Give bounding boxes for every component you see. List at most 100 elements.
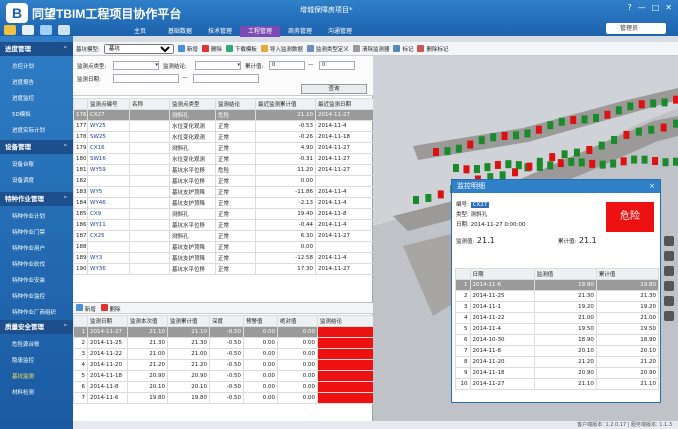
fit-icon[interactable] xyxy=(664,281,674,291)
table-row[interactable]: 189 WY3 基坑支护顶降 正常 -12.58 2014-11-4 xyxy=(73,252,374,264)
save-icon[interactable] xyxy=(22,25,34,35)
record-delete-button[interactable]: 删除 xyxy=(100,303,121,313)
history-row[interactable]: 3 2014-11-1 19.20 19.20 xyxy=(455,301,660,313)
sidebar-item-special-cutting[interactable]: 特种作业砍伐 xyxy=(12,260,45,268)
record-row[interactable]: 5 2014-11-18 20.90 20.90 -0.50 0.00 0.00 xyxy=(73,370,374,382)
table-row[interactable]: 182 基坑水平位移 正常 0.00 xyxy=(73,175,374,187)
record-row[interactable]: 3 2014-11-22 21.00 21.00 -0.50 0.00 0.00 xyxy=(73,348,374,360)
sidebar-group-equipment[interactable]: 设备管理 ⌃ xyxy=(0,140,73,154)
sidebar-item-special-monitor[interactable]: 特种作业监控 xyxy=(12,292,45,300)
monitor-point-marker[interactable] xyxy=(501,132,508,141)
monitor-point-marker[interactable] xyxy=(641,155,648,164)
monitor-point-marker[interactable] xyxy=(568,157,575,166)
monitor-point-marker[interactable] xyxy=(455,144,462,153)
history-row[interactable]: 2 2014-11-25 21.30 21.30 xyxy=(455,290,660,302)
monitor-point-marker[interactable] xyxy=(610,159,617,168)
monitor-point-marker[interactable] xyxy=(611,135,618,144)
query-button[interactable]: 查询 xyxy=(301,84,367,94)
monitor-point-marker[interactable] xyxy=(561,150,568,159)
record-add-button[interactable]: 新增 xyxy=(76,303,96,313)
monitor-point-marker[interactable] xyxy=(437,190,444,199)
table-row[interactable]: 184 WY46 基坑支护顶降 正常 -2.13 2014-11-4 xyxy=(73,197,374,209)
sidebar-item-hazard-ledger[interactable]: 危险源台账 xyxy=(12,340,40,348)
table-row[interactable]: 190 WY36 基坑水平位移 正常 17.30 2014-11-27 xyxy=(73,263,374,275)
record-row[interactable]: 6 2014-11-8 20.10 20.10 -0.50 0.00 0.00 xyxy=(73,381,374,393)
date-from-input[interactable] xyxy=(113,74,179,83)
monitor-point-marker[interactable] xyxy=(627,102,634,111)
monitor-point-marker[interactable] xyxy=(557,159,564,168)
monitor-point-marker[interactable] xyxy=(413,196,419,204)
sidebar-item-progress-monitor[interactable]: 进度监控 xyxy=(12,94,34,102)
monitor-point-marker[interactable] xyxy=(526,162,533,171)
monitor-point-marker[interactable] xyxy=(425,193,432,202)
cumulative-to-input[interactable]: 0 xyxy=(319,61,355,70)
sidebar-item-special-users[interactable]: 特种作业用户 xyxy=(12,244,45,252)
import-data-button[interactable]: 导入监测数据 xyxy=(260,45,303,53)
monitor-point-marker[interactable] xyxy=(673,157,678,166)
sidebar-item-special-gate[interactable]: 特种作业门禁 xyxy=(12,228,45,236)
monitor-point-marker[interactable] xyxy=(589,159,596,168)
monitor-point-marker[interactable] xyxy=(662,158,669,167)
monitor-point-marker[interactable] xyxy=(444,147,451,156)
monitor-point-marker[interactable] xyxy=(513,131,519,140)
pit-model-select[interactable]: 基坑 xyxy=(103,43,174,54)
monitor-point-marker[interactable] xyxy=(467,140,474,149)
record-row[interactable]: 7 2014-11-6 19.80 19.80 -0.50 0.00 0.00 xyxy=(73,392,374,404)
sidebar-item-pit-monitoring[interactable]: 基坑监测 xyxy=(12,372,34,380)
monitor-point-marker[interactable] xyxy=(535,125,542,134)
monitor-point-marker[interactable] xyxy=(635,127,642,136)
record-row[interactable]: 2 2014-11-25 21.30 21.30 -0.50 0.00 0.00 xyxy=(73,337,374,349)
sidebar-item-master-plan[interactable]: 总控计划 xyxy=(12,62,34,70)
add-button[interactable]: 新增 xyxy=(177,45,198,53)
sidebar-item-hidden-danger[interactable]: 隐患监控 xyxy=(12,356,34,364)
sidebar-item-special-install[interactable]: 特种作业安装 xyxy=(12,276,45,284)
monitor-point-marker[interactable] xyxy=(604,110,611,119)
table-row[interactable]: 188 基坑支护顶降 正常 0.00 xyxy=(73,241,374,253)
monitor-point-marker[interactable] xyxy=(652,157,659,166)
maximize-icon[interactable]: □ xyxy=(652,3,660,12)
monitor-point-marker[interactable] xyxy=(463,165,470,174)
close-icon[interactable]: ✕ xyxy=(665,3,672,12)
monitor-point-marker[interactable] xyxy=(615,106,622,115)
monitor-point-marker[interactable] xyxy=(660,123,667,132)
sidebar-item-equipment-dispatch[interactable]: 设备调度 xyxy=(12,176,34,184)
history-row[interactable]: 4 2014-11-22 21.00 21.00 xyxy=(455,312,660,324)
monitor-point-marker[interactable] xyxy=(453,164,459,172)
sidebar-item-actual-plan[interactable]: 进度实际计划 xyxy=(12,126,45,134)
mark-button[interactable]: 标记 xyxy=(393,45,413,53)
sidebar-item-5d-sim[interactable]: 5D模拟 xyxy=(12,110,31,118)
table-row[interactable]: 185 CX9 测斜孔 正常 19.40 2014-11-8 xyxy=(73,208,374,220)
monitor-point-marker[interactable] xyxy=(478,136,485,145)
monitor-point-marker[interactable] xyxy=(673,119,678,128)
help-icon[interactable]: ? xyxy=(627,3,631,12)
delete-mark-button[interactable]: 删除标记 xyxy=(417,45,448,53)
monitor-point-marker[interactable] xyxy=(473,165,480,174)
reset-icon[interactable] xyxy=(664,296,674,306)
history-row[interactable]: 9 2014-11-18 20.90 20.90 xyxy=(455,367,660,379)
table-row[interactable]: 179 CX16 测斜孔 正常 4.90 2014-11-27 xyxy=(73,142,374,154)
user-menu[interactable]: 管理员 xyxy=(606,23,666,34)
record-row[interactable]: 1 2014-11-27 21.10 21.10 -0.50 0.00 0.00 xyxy=(73,326,374,338)
sidebar-group-quality[interactable]: 质量安全管理 ⌃ xyxy=(0,320,73,334)
minimize-icon[interactable]: — xyxy=(638,3,646,12)
monitor-point-marker[interactable] xyxy=(623,130,630,139)
monitor-point-marker[interactable] xyxy=(648,125,655,134)
monitor-point-marker[interactable] xyxy=(593,113,599,122)
history-row[interactable]: 5 2014-11-4 19.50 19.50 xyxy=(455,323,660,335)
monitor-point-marker[interactable] xyxy=(549,153,556,162)
history-row[interactable]: 7 2014-11-8 20.10 20.10 xyxy=(455,345,660,357)
cumulative-from-input[interactable]: 0 xyxy=(269,61,305,70)
zoom-icon[interactable] xyxy=(664,266,674,276)
table-row[interactable]: 186 WY11 基坑水平位移 正常 -0.44 2014-11-4 xyxy=(73,219,374,231)
table-row[interactable]: 180 SW16 水位变化观测 正常 -0.31 2014-11-27 xyxy=(73,153,374,165)
sidebar-item-progress-report[interactable]: 进度报告 xyxy=(12,78,34,86)
pan-icon[interactable] xyxy=(664,236,674,246)
monitor-point-marker[interactable] xyxy=(570,116,577,125)
monitor-point-marker[interactable] xyxy=(558,117,565,126)
sidebar-item-material-test[interactable]: 材料检测 xyxy=(12,388,34,396)
history-row[interactable]: 1 2014-11-6 19.80 19.80 xyxy=(455,279,660,291)
monitor-point-marker[interactable] xyxy=(512,168,519,177)
monitor-point-marker[interactable] xyxy=(515,161,522,170)
monitor-point-marker[interactable] xyxy=(433,148,439,156)
sidebar-item-special-vendor[interactable]: 特种作业厂商组织 xyxy=(12,308,56,316)
